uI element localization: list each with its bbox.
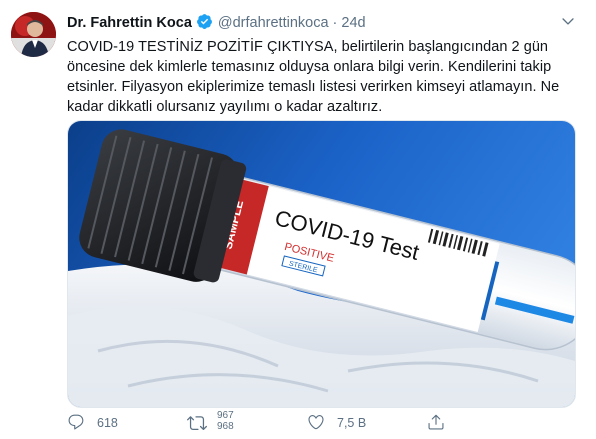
tweet-actions: 618 967 968 7,5 B	[67, 410, 596, 439]
avatar-image	[11, 12, 56, 57]
more-options-icon[interactable]	[560, 13, 576, 34]
retweet-button[interactable]: 967 968	[187, 410, 234, 439]
share-button[interactable]	[427, 410, 445, 439]
author-handle[interactable]: @drfahrettinkoca	[218, 15, 329, 31]
tweet-header: Dr. Fahrettin Koca @drfahrettinkoca · 24d	[67, 13, 576, 33]
tweet-text-line: öncesine dek kimlerle temasınız olduysa …	[67, 59, 552, 75]
reply-icon	[68, 414, 84, 430]
share-icon	[428, 414, 444, 430]
avatar[interactable]	[11, 12, 56, 57]
retweet-count-top: 967	[217, 410, 234, 421]
header-separator: ·	[332, 15, 338, 31]
covid-test-tube-photo: SAMPLE ontainer COVID-19 Test POSITIVE S…	[68, 121, 575, 407]
tweet-text-line: etsinler. Filyasyon ekiplerimize temaslı…	[67, 79, 560, 95]
heart-icon	[308, 415, 324, 430]
tweet-text-line: COVID-19 TESTİNİZ POZİTİF ÇIKTIYSA, beli…	[67, 39, 549, 55]
tweet-text: COVID-19 TESTİNİZ POZİTİF ÇIKTIYSA, beli…	[67, 37, 577, 117]
reply-button[interactable]: 618	[67, 410, 118, 439]
retweet-count-bottom: 968	[217, 421, 234, 432]
retweet-count: 967 968	[217, 410, 234, 432]
tweet-text-line: kadar dikkatli olursanız yayılımı o kada…	[67, 99, 383, 115]
reply-count: 618	[97, 416, 118, 430]
like-count: 7,5 B	[337, 416, 367, 430]
tweet-timestamp[interactable]: 24d	[341, 15, 365, 31]
author-name[interactable]: Dr. Fahrettin Koca	[67, 15, 192, 31]
verified-badge-icon	[196, 13, 213, 36]
tweet-card[interactable]: Dr. Fahrettin Koca @drfahrettinkoca · 24d C…	[0, 0, 596, 439]
tweet-media-image[interactable]: SAMPLE ontainer COVID-19 Test POSITIVE S…	[67, 120, 576, 408]
like-button[interactable]: 7,5 B	[307, 410, 366, 439]
retweet-icon	[187, 416, 207, 431]
